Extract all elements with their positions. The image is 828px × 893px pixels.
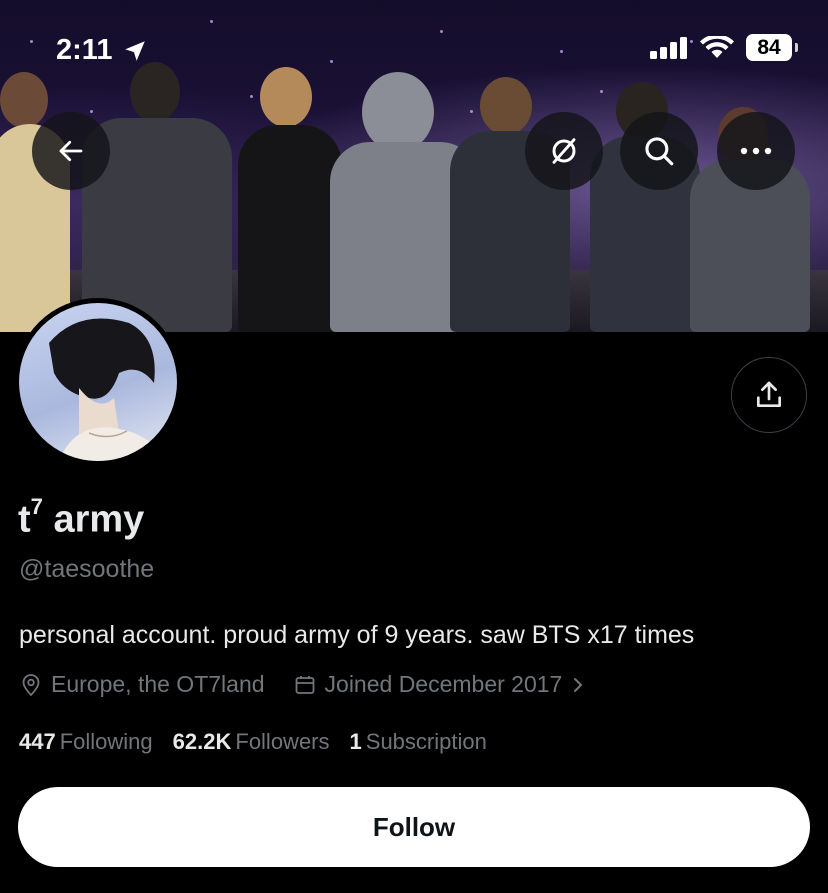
user-handle: @taesoothe xyxy=(19,555,155,583)
search-icon xyxy=(645,137,674,166)
calendar-icon xyxy=(295,675,314,694)
ellipsis-icon xyxy=(740,147,772,155)
location-services-icon xyxy=(125,41,145,61)
followers-link[interactable]: 62.2K Followers xyxy=(173,729,330,755)
following-link[interactable]: 447 Following xyxy=(19,729,153,755)
location-pin-icon xyxy=(22,673,40,696)
following-label: Following xyxy=(59,729,153,754)
arrow-left-icon xyxy=(59,140,83,162)
wifi-icon xyxy=(700,35,734,58)
more-options-button[interactable] xyxy=(717,112,795,190)
profile-bio: personal account. proud army of 9 years.… xyxy=(19,621,695,649)
location-text: Europe, the OT7land xyxy=(51,671,265,697)
profile-meta: Europe, the OT7land Joined December 2017 xyxy=(19,671,614,698)
cellular-signal-icon xyxy=(650,36,687,59)
follow-button[interactable]: Follow xyxy=(18,787,810,867)
grok-button[interactable] xyxy=(525,112,603,190)
joined-text: Joined December 2017 xyxy=(324,671,563,697)
avatar-portrait-image xyxy=(49,318,169,461)
profile-avatar[interactable] xyxy=(14,298,182,466)
location-item: Europe, the OT7land xyxy=(19,671,265,698)
followers-count: 62.2K xyxy=(172,729,232,754)
slashed-circle-icon xyxy=(552,138,576,164)
profile-stats: 447 Following 62.2K Followers 1 Subscriptio… xyxy=(19,729,507,755)
followers-label: Followers xyxy=(235,729,330,754)
share-profile-button[interactable] xyxy=(731,357,807,433)
subscription-count: 1 xyxy=(349,729,362,754)
display-name: t7 army xyxy=(18,494,145,541)
joined-item[interactable]: Joined December 2017 xyxy=(293,671,587,698)
share-upload-icon xyxy=(757,381,781,407)
search-button[interactable] xyxy=(620,112,698,190)
battery-indicator: 84 xyxy=(746,34,798,61)
following-count: 447 xyxy=(19,729,56,754)
subscriptions-link[interactable]: 1 Subscription xyxy=(350,729,487,755)
chevron-right-icon xyxy=(574,677,583,692)
back-button[interactable] xyxy=(32,112,110,190)
subscription-label: Subscription xyxy=(365,729,487,754)
status-time: 2:11 xyxy=(56,34,113,66)
